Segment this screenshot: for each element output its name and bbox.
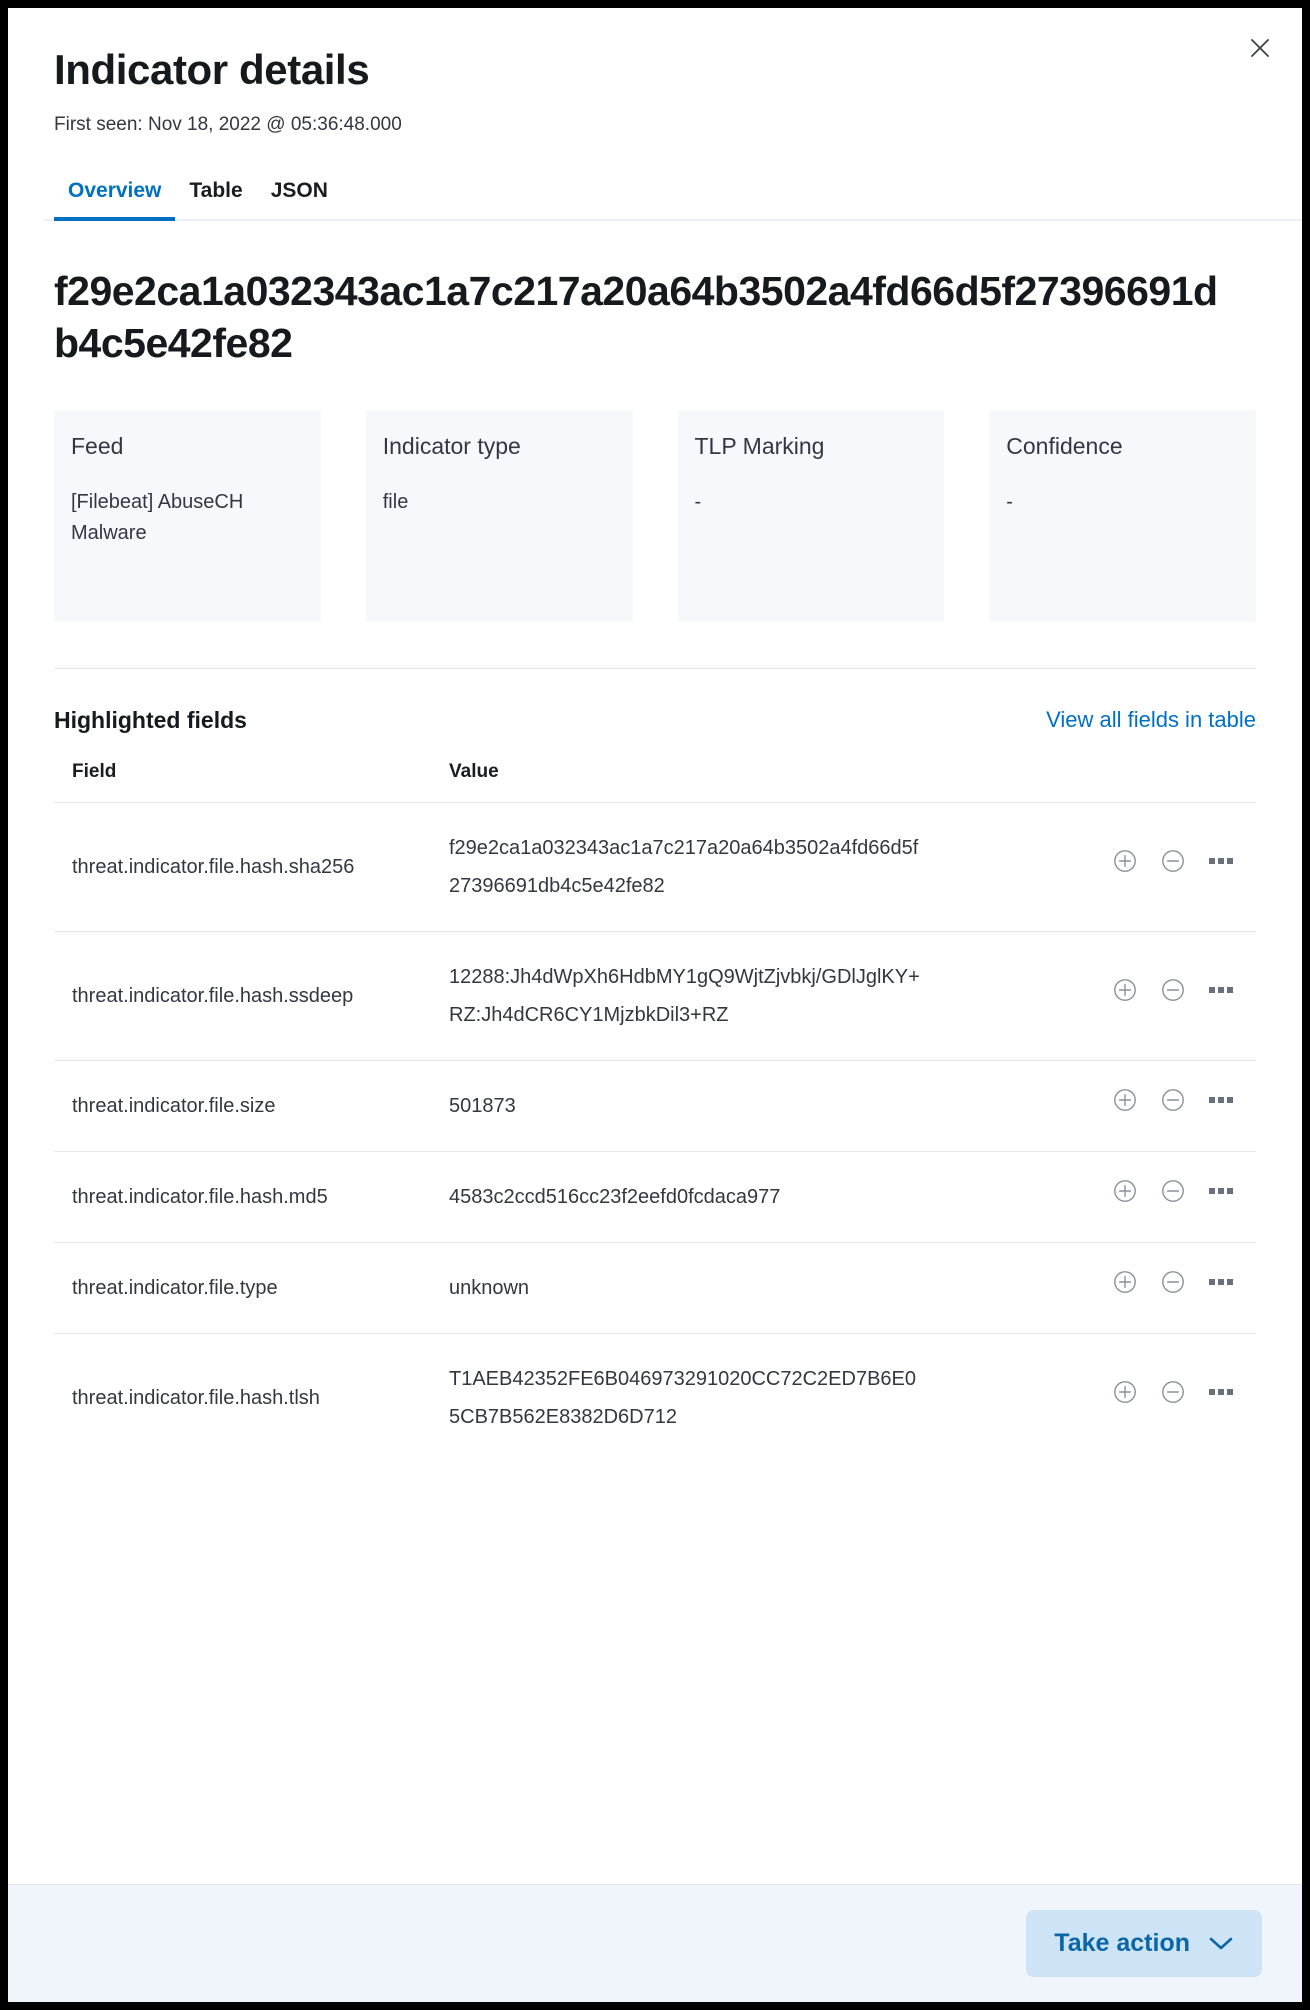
- table-body: threat.indicator.file.hash.sha256 f29e2ca…: [54, 801, 1256, 1462]
- table-row: threat.indicator.file.hash.ssdeep 12288:J…: [54, 930, 1256, 1061]
- more-actions-icon[interactable]: [1208, 1178, 1234, 1204]
- row-actions: [1112, 1379, 1234, 1405]
- field-value-cell: 501873: [449, 1059, 949, 1152]
- page-title: Indicator details: [54, 46, 370, 93]
- tab-table[interactable]: Table: [175, 175, 256, 219]
- column-header-field: Field: [72, 760, 117, 782]
- summary-card-group: Feed [Filebeat] AbuseCH Malware Indicato…: [54, 409, 1256, 622]
- table-row: threat.indicator.file.hash.sha256 f29e2ca…: [54, 801, 1256, 932]
- view-all-fields-link[interactable]: View all fields in table: [1046, 707, 1256, 733]
- highlighted-fields-header: Highlighted fields View all fields in ta…: [54, 707, 1256, 734]
- indicator-hash-heading: f29e2ca1a032343ac1a7c217a20a64b3502a4fd6…: [54, 267, 1218, 367]
- card-title: Confidence: [1006, 432, 1123, 459]
- highlighted-fields-title: Highlighted fields: [54, 706, 247, 733]
- filter-out-value-icon[interactable]: [1160, 1178, 1186, 1204]
- take-action-label: Take action: [1054, 1929, 1190, 1957]
- field-value-cell: f29e2ca1a032343ac1a7c217a20a64b3502a4fd6…: [449, 801, 949, 932]
- more-actions-icon[interactable]: [1208, 1087, 1234, 1113]
- filter-out-value-icon[interactable]: [1160, 1269, 1186, 1295]
- section-divider: [54, 667, 1256, 669]
- table-row: threat.indicator.file.hash.md5 4583c2ccd5…: [54, 1150, 1256, 1243]
- field-value-cell: T1AEB42352FE6B046973291020CC72C2ED7B6E05…: [449, 1332, 949, 1462]
- field-value-cell: 12288:Jh4dWpXh6HdbMY1gQ9WjtZjvbkj/GDlJgl…: [449, 930, 949, 1061]
- filter-out-value-icon[interactable]: [1160, 848, 1186, 874]
- filter-for-value-icon[interactable]: [1112, 1379, 1138, 1405]
- filter-out-value-icon[interactable]: [1160, 977, 1186, 1003]
- field-name-cell: threat.indicator.file.size: [54, 1059, 449, 1152]
- more-actions-icon[interactable]: [1208, 977, 1234, 1003]
- card-value: [Filebeat] AbuseCH Malware: [71, 491, 244, 545]
- card-title: TLP Marking: [694, 432, 825, 459]
- summary-card-confidence: Confidence -: [989, 409, 1256, 622]
- field-value-cell: 4583c2ccd516cc23f2eefd0fcdaca977: [449, 1150, 949, 1243]
- row-actions: [1112, 1178, 1234, 1204]
- filter-for-value-icon[interactable]: [1112, 1087, 1138, 1113]
- more-actions-icon[interactable]: [1208, 848, 1234, 874]
- field-name-cell: threat.indicator.file.hash.sha256: [54, 801, 449, 932]
- first-seen-timestamp: First seen: Nov 18, 2022 @ 05:36:48.000: [54, 114, 402, 136]
- table-row: threat.indicator.file.size 501873: [54, 1059, 1256, 1152]
- summary-card-tlp-marking: TLP Marking -: [677, 409, 945, 622]
- row-actions: [1112, 1269, 1234, 1295]
- chevron-down-icon: [1208, 1929, 1234, 1958]
- row-actions-cell: [949, 1059, 1256, 1152]
- tab-list: Overview Table JSON: [44, 175, 1302, 221]
- field-name-cell: threat.indicator.file.hash.md5: [54, 1150, 449, 1243]
- tab-overview[interactable]: Overview: [54, 175, 176, 221]
- field-name-cell: threat.indicator.file.hash.tlsh: [54, 1332, 449, 1462]
- field-name-cell: threat.indicator.file.hash.ssdeep: [54, 930, 449, 1061]
- filter-for-value-icon[interactable]: [1112, 977, 1138, 1003]
- row-actions-cell: [949, 801, 1256, 932]
- row-actions-cell: [949, 930, 1256, 1061]
- flyout-header: Indicator details First seen: Nov 18, 20…: [8, 8, 1302, 221]
- filter-out-value-icon[interactable]: [1160, 1087, 1186, 1113]
- column-header-value: Value: [449, 760, 499, 782]
- indicator-details-flyout: Indicator details First seen: Nov 18, 20…: [8, 8, 1302, 2002]
- summary-card-indicator-type: Indicator type file: [365, 409, 633, 622]
- more-actions-icon[interactable]: [1208, 1269, 1234, 1295]
- row-actions: [1112, 977, 1234, 1003]
- row-actions-cell: [949, 1150, 1256, 1243]
- card-value: file: [382, 491, 409, 514]
- more-actions-icon[interactable]: [1208, 1379, 1234, 1405]
- row-actions-cell: [949, 1241, 1256, 1334]
- card-value: -: [694, 491, 702, 514]
- card-title: Feed: [71, 432, 124, 459]
- filter-out-value-icon[interactable]: [1160, 1379, 1186, 1405]
- table-row: threat.indicator.file.type unknown: [54, 1241, 1256, 1334]
- highlighted-fields-table: Field Value threat.indicator.file.hash.s…: [54, 761, 1256, 1462]
- column-header-actions: [949, 761, 1256, 803]
- field-value-cell: unknown: [449, 1241, 949, 1334]
- close-icon[interactable]: [1240, 28, 1280, 68]
- filter-for-value-icon[interactable]: [1112, 1178, 1138, 1204]
- row-actions-cell: [949, 1332, 1256, 1462]
- field-name-cell: threat.indicator.file.type: [54, 1241, 449, 1334]
- flyout-body: f29e2ca1a032343ac1a7c217a20a64b3502a4fd6…: [8, 221, 1302, 1884]
- row-actions: [1112, 848, 1234, 874]
- row-actions: [1112, 1087, 1234, 1113]
- flyout-footer: Take action: [8, 1884, 1302, 2002]
- card-title: Indicator type: [382, 432, 521, 459]
- summary-card-feed: Feed [Filebeat] AbuseCH Malware: [54, 409, 321, 622]
- table-header-row: Field Value: [54, 761, 1256, 803]
- filter-for-value-icon[interactable]: [1112, 848, 1138, 874]
- take-action-button[interactable]: Take action: [1026, 1910, 1262, 1977]
- filter-for-value-icon[interactable]: [1112, 1269, 1138, 1295]
- card-value: -: [1006, 491, 1013, 514]
- table-row: threat.indicator.file.hash.tlsh T1AEB4235…: [54, 1332, 1256, 1462]
- tab-json[interactable]: JSON: [257, 175, 342, 219]
